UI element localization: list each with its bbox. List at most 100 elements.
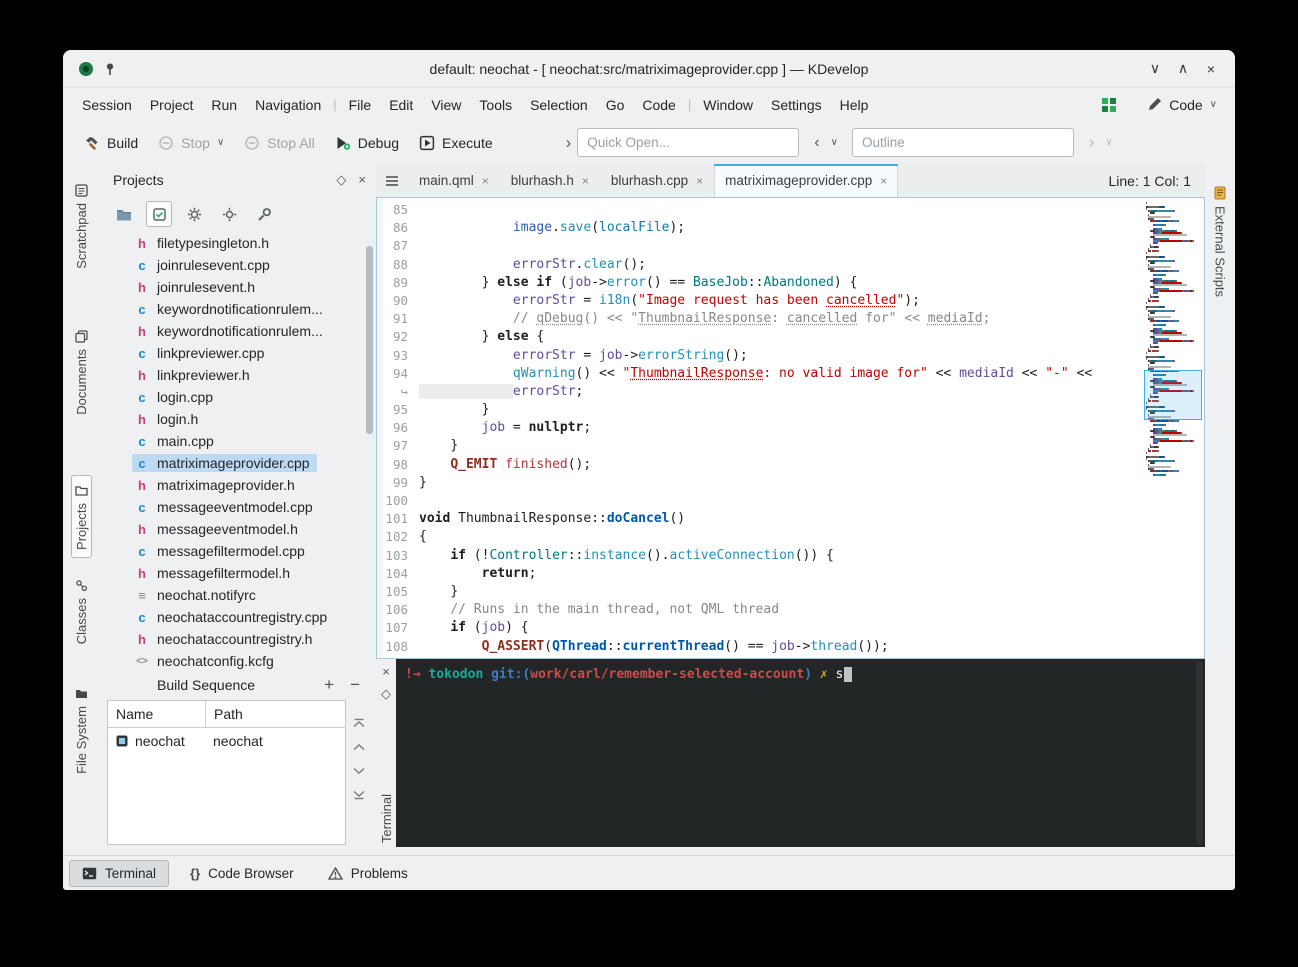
tree-item[interactable]: cmessagefiltermodel.cpp [99,540,376,562]
tree-item[interactable]: cjoinrulesevent.cpp [99,254,376,276]
column-header-path[interactable]: Path [206,701,243,727]
editor-tab-matriximageprovider-cpp[interactable]: matriximageprovider.cpp× [714,164,898,197]
document-list-icon[interactable] [376,164,408,197]
tree-item[interactable]: cmatriximageprovider.cpp [99,452,376,474]
build-sequence-row[interactable]: neochatneochat [108,728,345,754]
tree-item[interactable]: hjoinrulesevent.h [99,276,376,298]
quick-open-input[interactable] [577,128,799,157]
tree-item[interactable]: hfiletypesingleton.h [99,232,376,254]
minimap-viewport[interactable] [1144,370,1202,420]
menu-run[interactable]: Run [202,93,246,117]
build-sequence-table[interactable]: Name Path neochatneochat [107,700,346,845]
statusbar-tab-problems[interactable]: Problems [315,860,421,887]
code-line: 103 if (!Controller::instance().activeCo… [377,547,1204,565]
tree-item[interactable]: ≡neochat.notifyrc [99,584,376,606]
menu-selection[interactable]: Selection [521,93,597,117]
tree-item[interactable]: cneochataccountregistry.cpp [99,606,376,628]
add-to-build-sequence-button[interactable]: + [324,675,334,695]
select-item-button[interactable] [146,201,172,227]
sidebar-tab-projects[interactable]: Projects [71,475,92,559]
move-to-top-icon[interactable] [350,716,368,730]
close-tab-icon[interactable]: × [482,174,489,188]
tree-item[interactable]: hmessagefiltermodel.h [99,562,376,584]
nav-back-icon[interactable]: ‹ [807,134,826,152]
nav-forward-icon[interactable]: › [1082,134,1101,152]
column-header-name[interactable]: Name [108,701,206,727]
area-switcher-button[interactable]: Code ∨ [1147,97,1217,113]
sidebar-tab-classes[interactable]: Classes [72,571,91,652]
editor-tab-blurhash-h[interactable]: blurhash.h× [500,164,600,197]
sidebar-tab-scratchpad[interactable]: Scratchpad [72,176,91,277]
menu-project[interactable]: Project [141,93,203,117]
float-terminal-icon[interactable]: ◇ [381,686,391,702]
tree-item[interactable]: cmain.cpp [99,430,376,452]
code-editor[interactable]: 8586 image.save(localFile);8788 errorStr… [376,197,1205,659]
outline-input[interactable] [852,128,1074,157]
tree-item[interactable]: cmessageeventmodel.cpp [99,496,376,518]
menu-view[interactable]: View [422,93,470,117]
tree-item[interactable]: hkeywordnotificationrulem... [99,320,376,342]
tree-item[interactable]: hlogin.h [99,408,376,430]
stop-button[interactable]: Stop∨ [149,128,233,158]
tree-item[interactable]: hmatriximageprovider.h [99,474,376,496]
close-toolview-icon[interactable]: × [358,172,366,188]
tree-item[interactable]: clogin.cpp [99,386,376,408]
remove-from-build-sequence-button[interactable]: − [350,675,360,695]
nav-forward-dropdown-icon[interactable]: ∨ [1101,137,1116,148]
statusbar-tab-terminal[interactable]: Terminal [69,860,169,887]
statusbar-tab-code-browser[interactable]: {}Code Browser [177,860,307,887]
maximize-button[interactable]: ∧ [1173,59,1193,79]
tree-item[interactable]: <>neochatconfig.kcfg [99,650,376,670]
menu-settings[interactable]: Settings [762,93,831,117]
stop-all-button[interactable]: Stop All [235,128,323,158]
terminal-scrollbar[interactable] [1196,661,1203,845]
close-tab-icon[interactable]: × [696,174,703,188]
close-tab-icon[interactable]: × [582,174,589,188]
menu-window[interactable]: Window [694,93,762,117]
close-button[interactable]: × [1201,59,1221,79]
menu-file[interactable]: File [340,93,381,117]
toolbar-expander-icon[interactable]: › [560,133,578,153]
install-button[interactable] [216,201,242,227]
menu-help[interactable]: Help [831,93,878,117]
tree-item[interactable]: hlinkpreviewer.h [99,364,376,386]
close-terminal-icon[interactable]: × [382,664,390,679]
move-up-icon[interactable] [350,740,368,754]
tree-item[interactable]: ckeywordnotificationrulem... [99,298,376,320]
build-button[interactable] [181,201,207,227]
titlebar[interactable]: default: neochat - [ neochat:src/matrixi… [63,50,1235,88]
area-grid-icon[interactable] [1101,97,1117,113]
debug-button[interactable]: Debug [326,128,408,158]
execute-button[interactable]: Execute [410,128,502,158]
tree-item[interactable]: hneochataccountregistry.h [99,628,376,650]
cpp-file-icon: c [134,301,150,317]
configure-button[interactable] [251,201,277,227]
terminal[interactable]: !→ tokodon git:(work/carl/remember-selec… [396,659,1205,847]
sidebar-tab-documents[interactable]: Documents [72,322,91,423]
tree-item[interactable]: hmessageeventmodel.h [99,518,376,540]
open-project-button[interactable] [111,201,137,227]
menu-session[interactable]: Session [73,93,141,117]
build-button[interactable]: Build [75,128,147,158]
tree-item[interactable]: clinkpreviewer.cpp [99,342,376,364]
menu-go[interactable]: Go [597,93,634,117]
tree-scrollbar[interactable] [366,246,373,434]
project-file-tree[interactable]: hfiletypesingleton.hcjoinrulesevent.cpph… [99,232,376,670]
minimap[interactable] [1144,200,1202,656]
sidebar-tab-file-system[interactable]: File System [72,679,91,782]
move-down-icon[interactable] [350,764,368,778]
move-to-bottom-icon[interactable] [350,788,368,802]
sidebar-tab-external-scripts[interactable]: External Scripts [1211,178,1230,305]
editor-tab-blurhash-cpp[interactable]: blurhash.cpp× [600,164,714,197]
menu-tools[interactable]: Tools [470,93,521,117]
pin-icon[interactable] [103,62,117,76]
menu-code[interactable]: Code [633,93,684,117]
editor-tab-main-qml[interactable]: main.qml× [408,164,500,197]
minimize-button[interactable]: ∨ [1145,59,1165,79]
code-line: 95 } [377,401,1204,419]
close-tab-icon[interactable]: × [880,174,887,188]
float-toolview-icon[interactable]: ◇ [336,172,346,188]
menu-navigation[interactable]: Navigation [246,93,330,117]
menu-edit[interactable]: Edit [380,93,422,117]
nav-dropdown-icon[interactable]: ∨ [827,137,842,148]
